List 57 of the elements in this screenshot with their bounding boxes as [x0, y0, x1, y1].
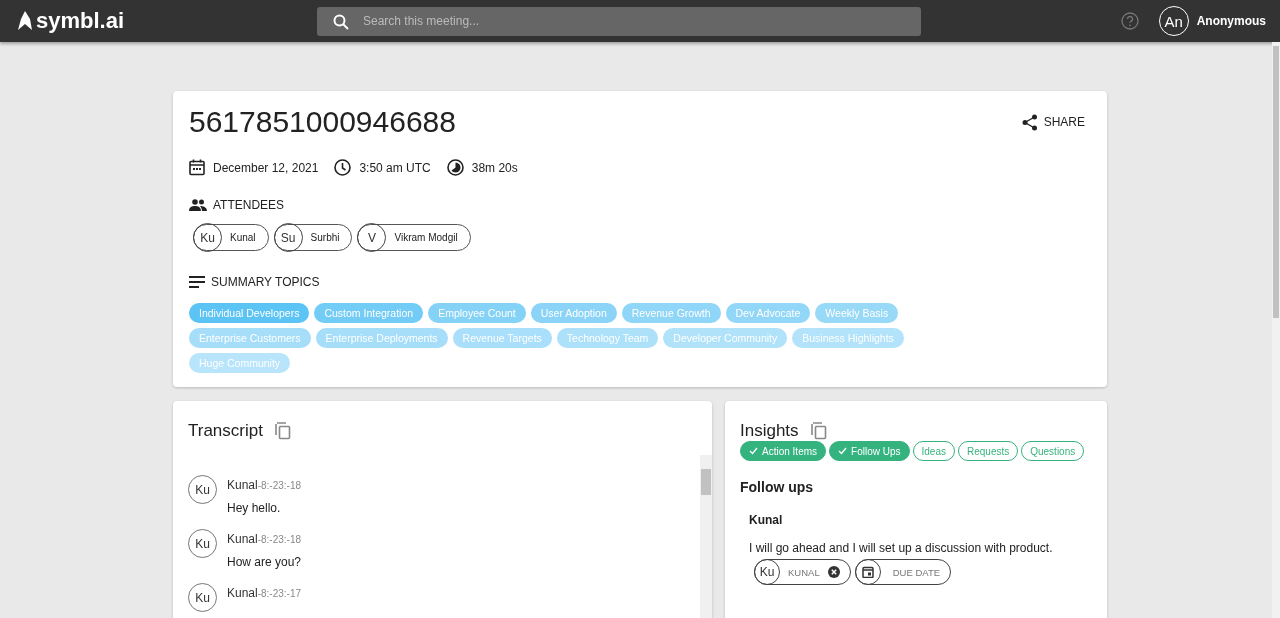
meeting-date: December 12, 2021 [213, 160, 319, 175]
clock-icon [334, 159, 352, 176]
insight-speaker: Kunal [749, 513, 784, 527]
attendees-label: ATTENDEES [213, 198, 285, 212]
topic-tag[interactable]: Huge Community [189, 353, 291, 373]
calendar-icon [861, 566, 874, 578]
message-header: Kunal-8:-23:-18 [227, 477, 302, 493]
copy-icon[interactable] [810, 422, 827, 440]
meeting-time: 3:50 am UTC [359, 160, 431, 175]
calendar-icon [189, 159, 205, 176]
filter-chip[interactable]: Questions [1021, 441, 1085, 461]
topic-tag[interactable]: Employee Count [428, 303, 526, 323]
topic-tag[interactable]: Technology Team [556, 328, 659, 348]
topic-tag[interactable]: Developer Community [663, 328, 788, 348]
topic-tag[interactable]: Custom Integration [314, 303, 424, 323]
check-icon [749, 447, 758, 455]
topic-tag[interactable]: Individual Developers [189, 303, 310, 323]
logo-icon [18, 11, 32, 31]
message-text: Hey hello. [227, 501, 282, 515]
duration-icon [446, 159, 464, 176]
share-button[interactable]: SHARE [1015, 109, 1091, 135]
topic-tag[interactable]: Business Highlights [792, 328, 904, 348]
search-icon [333, 13, 349, 30]
logo[interactable]: symbl.ai [18, 8, 317, 34]
message-header: Kunal-8:-23:-17 [227, 585, 302, 601]
message-header: Kunal-8:-23:-18 [227, 531, 302, 547]
filter-chip[interactable]: Ideas [912, 441, 955, 461]
summary-topics-label: SUMMARY TOPICS [211, 275, 320, 289]
topic-tag[interactable]: Enterprise Deployments [315, 328, 448, 348]
filter-chip[interactable]: Requests [957, 441, 1019, 461]
lines-icon [189, 276, 205, 288]
message-text: How are you? [227, 555, 302, 569]
topic-tag[interactable]: Revenue Targets [452, 328, 552, 348]
copy-icon[interactable] [274, 422, 291, 440]
insights-title: Insights [740, 421, 799, 441]
topic-tag[interactable]: Dev Advocate [725, 303, 811, 323]
filter-chip[interactable]: Follow Ups [829, 441, 910, 461]
check-icon [838, 447, 848, 455]
filter-chip[interactable]: Action Items [740, 441, 827, 461]
meeting-title: 5617851000946688 [189, 105, 456, 139]
topic-tag[interactable]: Enterprise Customers [189, 328, 311, 348]
remove-icon[interactable] [827, 566, 840, 578]
share-icon [1021, 113, 1038, 131]
transcript-title: Transcript [188, 421, 263, 441]
topic-tag[interactable]: User Adoption [530, 303, 617, 323]
topic-tag[interactable]: Revenue Growth [621, 303, 721, 323]
people-icon [189, 199, 207, 211]
user-name[interactable]: Anonymous [1196, 14, 1266, 28]
insight-text: I will go ahead and I will set up a discussion with product. [749, 541, 1054, 555]
logo-text: symbl.ai [36, 8, 125, 34]
page-scrollbar[interactable] [1272, 42, 1280, 618]
meeting-duration: 38m 20s [471, 160, 518, 175]
topic-tag[interactable]: Weekly Basis [815, 303, 899, 323]
help-icon[interactable] [1120, 12, 1139, 30]
section-title: Follow ups [740, 479, 815, 495]
search-field[interactable]: Search this meeting... [317, 6, 921, 36]
scrollbar[interactable] [700, 455, 712, 618]
